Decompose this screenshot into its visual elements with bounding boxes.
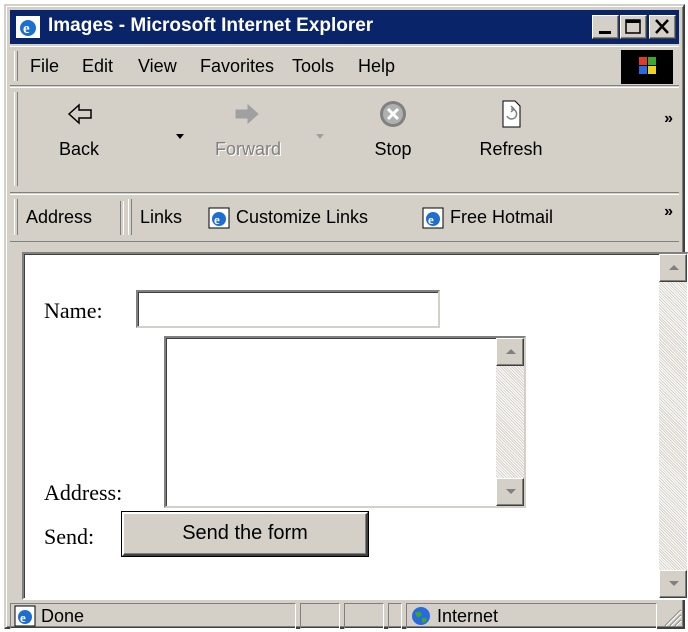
page-content: Name: Address: Send: Send the form bbox=[22, 252, 688, 600]
menu-favorites[interactable]: Favorites bbox=[200, 56, 274, 77]
send-form-button[interactable]: Send the form bbox=[122, 512, 368, 556]
back-dropdown-icon[interactable] bbox=[176, 134, 184, 139]
maximize-icon bbox=[625, 19, 641, 34]
forward-label: Forward bbox=[214, 139, 281, 159]
textarea-scroll-down-button[interactable] bbox=[496, 478, 524, 506]
globe-icon bbox=[412, 607, 430, 625]
resize-grip-icon[interactable] bbox=[660, 605, 682, 627]
send-label: Send: bbox=[44, 524, 95, 549]
window-title: Images - Microsoft Internet Explorer bbox=[48, 15, 374, 36]
ie-page-icon: e bbox=[208, 207, 230, 229]
stop-icon bbox=[380, 101, 406, 127]
refresh-button[interactable]: Refresh bbox=[468, 94, 554, 160]
scroll-down-arrow-icon bbox=[506, 489, 516, 494]
title-bar[interactable]: e Images - Microsoft Internet Explorer bbox=[10, 10, 679, 44]
status-pane bbox=[344, 603, 384, 629]
refresh-icon bbox=[502, 100, 521, 128]
textarea-scrollbar[interactable] bbox=[496, 338, 524, 506]
svg-text:e: e bbox=[20, 610, 26, 625]
refresh-label: Refresh bbox=[479, 139, 543, 159]
address-label[interactable]: Address bbox=[26, 207, 92, 228]
zone-text: Internet bbox=[437, 606, 499, 626]
page-scrollbar[interactable] bbox=[659, 254, 687, 598]
links-label: Links bbox=[140, 207, 183, 227]
windows-logo bbox=[621, 50, 673, 84]
address-label: Address: bbox=[44, 480, 123, 505]
status-pane bbox=[300, 603, 340, 629]
windows-flag-icon bbox=[639, 57, 656, 74]
minimize-button[interactable] bbox=[592, 15, 619, 39]
page-scroll-up-button[interactable] bbox=[659, 254, 687, 282]
close-button[interactable] bbox=[649, 15, 676, 39]
status-bar: e Done Internet bbox=[10, 603, 683, 629]
browser-window: e Images - Microsoft Internet Explorer F… bbox=[4, 4, 688, 629]
zone-pane: Internet bbox=[406, 603, 657, 629]
status-text-pane: e Done bbox=[10, 603, 296, 629]
stop-label: Stop bbox=[374, 139, 412, 159]
links-grip[interactable] bbox=[128, 199, 132, 235]
ie-page-icon: e bbox=[422, 207, 444, 229]
back-button[interactable]: Back bbox=[38, 94, 120, 160]
forward-arrow-icon bbox=[235, 103, 259, 125]
textarea-scroll-up-button[interactable] bbox=[496, 338, 524, 366]
back-arrow-icon bbox=[67, 103, 92, 125]
toolbar-more-chevron[interactable]: » bbox=[664, 110, 673, 128]
menu-grip[interactable] bbox=[14, 51, 18, 81]
maximize-button[interactable] bbox=[620, 15, 647, 39]
name-input[interactable] bbox=[136, 290, 440, 328]
free-hotmail-link[interactable]: Free Hotmail bbox=[450, 207, 553, 228]
address-links-bar: Address Links e Customize Links e Free H… bbox=[10, 194, 679, 242]
menu-bar: File Edit View Favorites Tools Help bbox=[10, 46, 679, 86]
addressbar-grip[interactable] bbox=[14, 199, 18, 235]
stop-button[interactable]: Stop bbox=[360, 94, 426, 160]
svg-text:e: e bbox=[428, 212, 434, 227]
links-more-chevron[interactable]: » bbox=[664, 203, 673, 221]
customize-links-link[interactable]: Customize Links bbox=[236, 207, 368, 228]
svg-text:e: e bbox=[23, 21, 30, 37]
scroll-up-arrow-icon bbox=[669, 265, 679, 270]
menu-help[interactable]: Help bbox=[358, 56, 395, 77]
scroll-up-arrow-icon bbox=[506, 349, 516, 354]
name-label: Name: bbox=[44, 298, 103, 323]
forward-button[interactable]: Forward bbox=[202, 94, 294, 160]
scroll-down-arrow-icon bbox=[669, 581, 679, 586]
address-textarea[interactable] bbox=[164, 336, 526, 508]
close-icon bbox=[655, 19, 669, 34]
menu-view[interactable]: View bbox=[138, 56, 177, 77]
back-label: Back bbox=[58, 139, 100, 159]
status-pane bbox=[388, 603, 402, 629]
menu-edit[interactable]: Edit bbox=[82, 56, 113, 77]
forward-dropdown-icon[interactable] bbox=[316, 134, 324, 139]
toolbar-grip[interactable] bbox=[14, 92, 18, 186]
page-scroll-down-button[interactable] bbox=[659, 570, 687, 598]
minimize-icon bbox=[599, 31, 611, 34]
address-separator bbox=[120, 201, 124, 235]
menu-tools[interactable]: Tools bbox=[292, 56, 334, 77]
ie-logo-icon: e bbox=[16, 16, 40, 38]
menu-file[interactable]: File bbox=[30, 56, 59, 77]
status-text: Done bbox=[41, 606, 85, 626]
ie-page-icon: e bbox=[14, 605, 36, 627]
standard-toolbar: Back Forward Stop Refresh » bbox=[10, 87, 679, 193]
svg-text:e: e bbox=[214, 212, 220, 227]
